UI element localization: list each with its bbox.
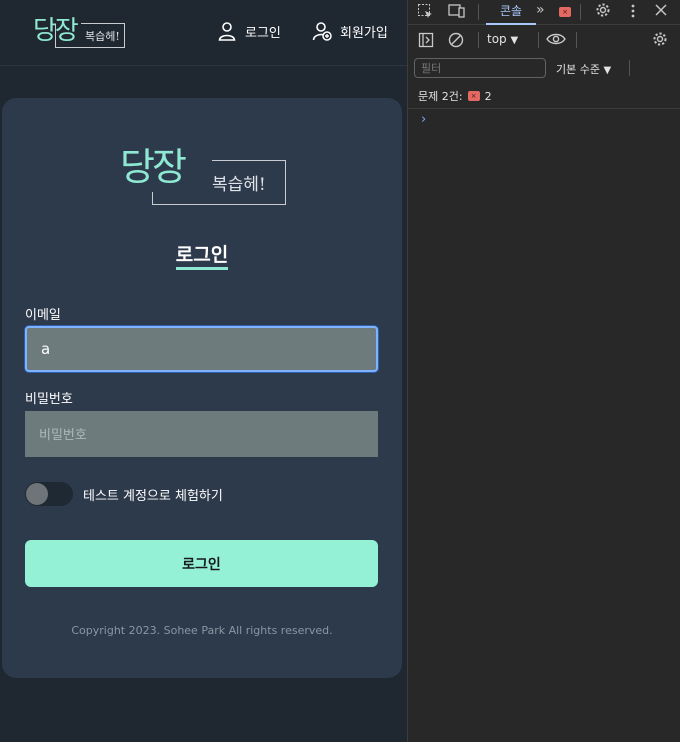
divider	[538, 32, 539, 48]
device-toggle-icon[interactable]	[448, 3, 466, 23]
logo-sub-text: 복습헤!	[85, 30, 120, 43]
console-toolbar: top ▼	[408, 26, 680, 55]
login-card: 당장 복습헤! 로그인 이메일 비밀번호 테스트 계정으로 체험하기 로그인 C…	[2, 98, 402, 678]
logo-frame-left	[152, 192, 153, 204]
test-account-toggle-label: 테스트 계정으로 체험하기	[83, 488, 223, 504]
password-label: 비밀번호	[25, 392, 73, 407]
settings-icon[interactable]	[595, 2, 611, 22]
divider	[576, 32, 577, 48]
clear-console-icon[interactable]	[448, 32, 464, 52]
divider	[478, 4, 479, 20]
kebab-menu-icon[interactable]	[630, 3, 636, 23]
logo-frame-top	[212, 160, 286, 161]
sidebar-toggle-icon[interactable]	[418, 32, 434, 52]
nav-signup-label: 회원가입	[340, 25, 388, 41]
email-label: 이메일	[25, 308, 61, 323]
tab-console[interactable]: 콘솔	[486, 0, 536, 25]
issues-counter[interactable]: 문제 2건: × 2	[418, 88, 492, 104]
issues-label: 문제 2건:	[418, 90, 463, 103]
context-selector[interactable]: top ▼	[487, 32, 518, 46]
console-prompt[interactable]: ›	[421, 112, 426, 127]
more-tabs-icon[interactable]: »	[536, 2, 545, 18]
user-add-icon	[312, 22, 332, 41]
nav-login-link[interactable]: 로그인	[217, 18, 281, 44]
divider	[408, 108, 680, 109]
card-logo-sub-text: 복습헤!	[212, 175, 266, 195]
console-settings-icon[interactable]	[652, 31, 668, 51]
console-filter-input[interactable]	[414, 58, 546, 78]
devtools-panel: 콘솔 » × top ▼ 기본 수준 ▼ 문	[407, 0, 680, 742]
log-level-label: 기본 수준	[556, 63, 600, 76]
nav-signup-link[interactable]: 회원가입	[312, 18, 388, 44]
divider	[629, 60, 630, 76]
nav-login-label: 로그인	[245, 25, 281, 41]
test-account-toggle-row: 테스트 계정으로 체험하기	[25, 482, 223, 506]
issues-count: 2	[484, 89, 492, 103]
toggle-knob	[26, 483, 48, 505]
login-submit-button[interactable]: 로그인	[25, 540, 378, 587]
context-selector-label: top	[487, 32, 507, 46]
copyright-text: Copyright 2023. Sohee Park All rights re…	[71, 624, 333, 637]
header-logo[interactable]: 당장 복습헤!	[33, 10, 127, 50]
card-logo: 당장 복습헤!	[120, 136, 290, 210]
dropdown-arrow-icon: ▼	[510, 35, 519, 46]
page-title-text: 로그인	[175, 244, 229, 270]
divider	[580, 4, 581, 20]
logo-frame-bottom	[152, 204, 286, 205]
page-title: 로그인	[2, 240, 402, 270]
password-field[interactable]	[25, 411, 378, 457]
error-badge-icon[interactable]: ×	[559, 7, 571, 17]
divider	[478, 32, 479, 48]
user-icon	[218, 22, 236, 41]
email-field[interactable]	[25, 326, 378, 372]
devtools-tab-bar: 콘솔 » ×	[408, 0, 680, 25]
error-badge-icon: ×	[467, 91, 480, 101]
logo-frame-right	[285, 160, 286, 204]
card-logo-main-text: 당장	[120, 145, 187, 189]
eye-icon[interactable]	[546, 31, 566, 51]
close-icon[interactable]	[654, 3, 668, 21]
test-account-toggle[interactable]	[25, 482, 73, 506]
top-nav-bar: 당장 복습헤! 로그인 회원가입	[0, 0, 407, 66]
dropdown-arrow-icon: ▼	[603, 65, 612, 76]
inspect-icon[interactable]	[417, 3, 433, 23]
log-level-dropdown[interactable]: 기본 수준 ▼	[556, 61, 611, 77]
web-app: 당장 복습헤! 로그인 회원가입 당장 복습헤! 로그인 이메일 a 비밀번호 …	[0, 0, 407, 742]
